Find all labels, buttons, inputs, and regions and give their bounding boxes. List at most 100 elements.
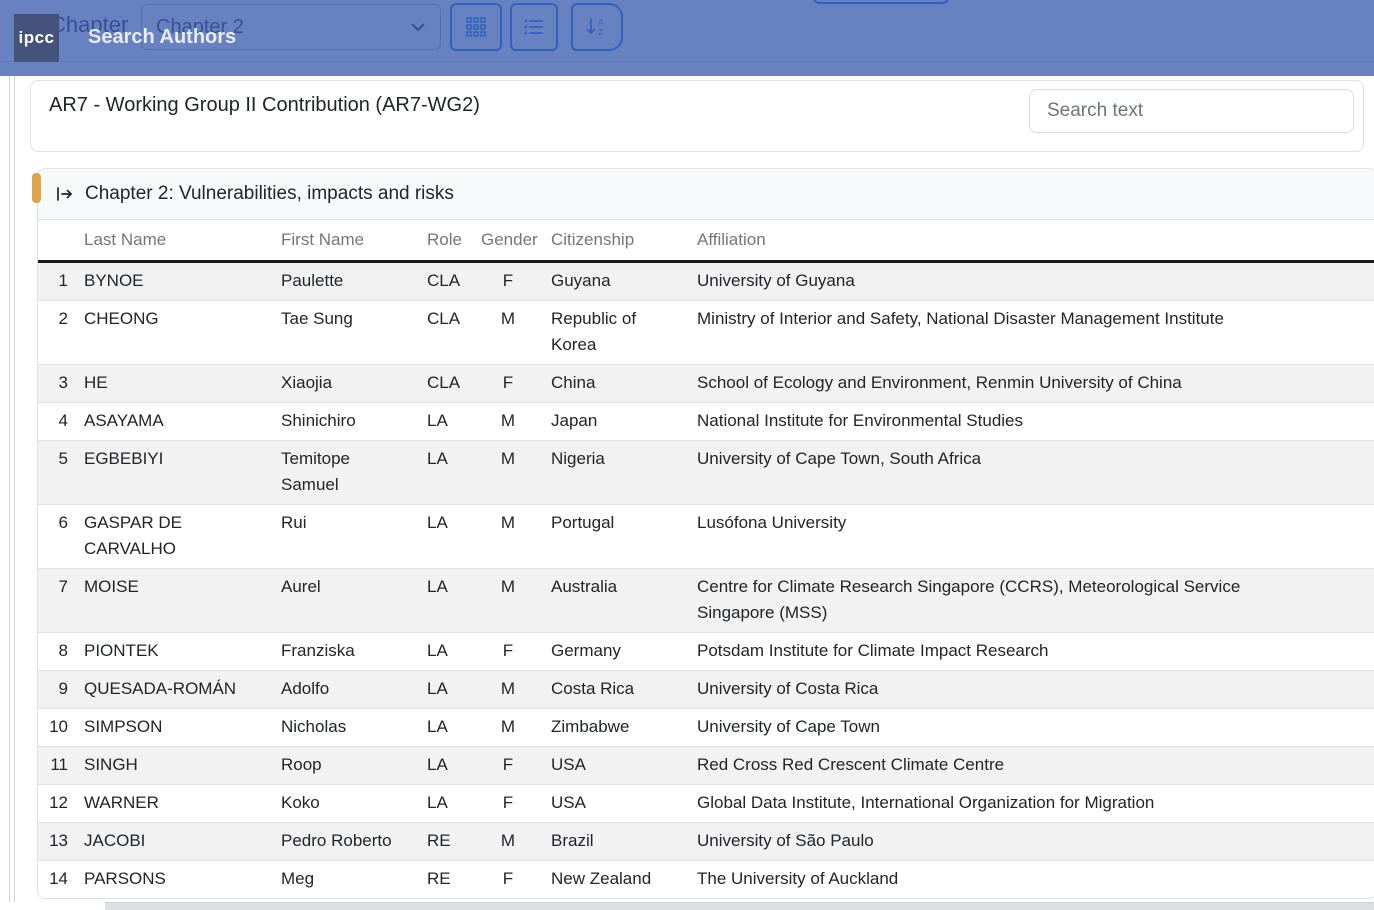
authors-table: Last NameFirst NameRoleGenderCitizenship… bbox=[38, 220, 1374, 898]
chapter-label: Chapter bbox=[50, 12, 128, 38]
column-header-last-name: Last Name bbox=[76, 220, 273, 262]
gender-cell: M bbox=[473, 671, 543, 709]
role-cell: RE bbox=[419, 823, 473, 861]
gender-cell: F bbox=[473, 785, 543, 823]
chapter-toolbar: Chapter Chapter 2 bbox=[0, 0, 1374, 62]
row-number: 11 bbox=[38, 747, 76, 785]
role-cell: LA bbox=[419, 505, 473, 569]
accent-marker bbox=[32, 173, 41, 203]
last-name-cell: SIMPSON bbox=[76, 709, 273, 747]
role-cell: LA bbox=[419, 709, 473, 747]
first-name-cell: Nicholas bbox=[273, 709, 419, 747]
last-name-cell: PARSONS bbox=[76, 861, 273, 899]
role-cell: LA bbox=[419, 569, 473, 633]
gender-cell: M bbox=[473, 569, 543, 633]
column-header-number bbox=[38, 220, 76, 262]
table-row: 1BYNOEPauletteCLAFGuyanaUniversity of Gu… bbox=[38, 262, 1374, 301]
row-number: 9 bbox=[38, 671, 76, 709]
gender-cell: F bbox=[473, 861, 543, 899]
vertical-scrollbar[interactable] bbox=[9, 76, 15, 902]
chapter-heading-row[interactable]: Chapter 2: Vulnerabilities, impacts and … bbox=[38, 169, 1374, 220]
first-name-cell: Rui bbox=[273, 505, 419, 569]
affiliation-cell: University of Guyana bbox=[689, 262, 1374, 301]
gender-cell: M bbox=[473, 505, 543, 569]
citizenship-cell: Australia bbox=[543, 569, 689, 633]
role-cell: LA bbox=[419, 671, 473, 709]
last-name-cell: JACOBI bbox=[76, 823, 273, 861]
table-header-row: Last NameFirst NameRoleGenderCitizenship… bbox=[38, 220, 1374, 262]
column-header-citizenship: Citizenship bbox=[543, 220, 689, 262]
first-name-cell: Adolfo bbox=[273, 671, 419, 709]
first-name-cell: Pedro Roberto bbox=[273, 823, 419, 861]
sort-alpha-icon: A Z bbox=[586, 17, 608, 37]
affiliation-cell: Potsdam Institute for Climate Impact Res… bbox=[689, 633, 1374, 671]
search-input[interactable] bbox=[1029, 89, 1354, 133]
role-cell: CLA bbox=[419, 262, 473, 301]
affiliation-cell: Red Cross Red Crescent Climate Centre bbox=[689, 747, 1374, 785]
row-number: 8 bbox=[38, 633, 76, 671]
citizenship-cell: USA bbox=[543, 747, 689, 785]
citizenship-cell: Portugal bbox=[543, 505, 689, 569]
table-row: 4ASAYAMAShinichiroLAMJapanNational Insti… bbox=[38, 403, 1374, 441]
first-name-cell: Paulette bbox=[273, 262, 419, 301]
affiliation-cell: Ministry of Interior and Safety, Nationa… bbox=[689, 301, 1374, 365]
affiliation-cell: Lusófona University bbox=[689, 505, 1374, 569]
chapter-select-value: Chapter 2 bbox=[156, 16, 410, 39]
gender-cell: M bbox=[473, 301, 543, 365]
last-name-cell: SINGH bbox=[76, 747, 273, 785]
top-bar: Chapter Chapter 2 bbox=[0, 0, 1374, 76]
last-name-cell: WARNER bbox=[76, 785, 273, 823]
citizenship-cell: Japan bbox=[543, 403, 689, 441]
sort-alpha-button[interactable]: A Z bbox=[571, 3, 623, 51]
last-name-cell: ASAYAMA bbox=[76, 403, 273, 441]
gender-cell: M bbox=[473, 823, 543, 861]
last-name-cell: PIONTEK bbox=[76, 633, 273, 671]
affiliation-cell: Centre for Climate Research Singapore (C… bbox=[689, 569, 1374, 633]
citizenship-cell: Costa Rica bbox=[543, 671, 689, 709]
chapter-select[interactable]: Chapter 2 bbox=[141, 4, 441, 50]
grid-icon bbox=[466, 17, 486, 37]
table-row: 5EGBEBIYITemitope SamuelLAMNigeriaUniver… bbox=[38, 441, 1374, 505]
table-row: 7MOISEAurelLAMAustraliaCentre for Climat… bbox=[38, 569, 1374, 633]
last-name-cell: CHEONG bbox=[76, 301, 273, 365]
first-name-cell: Koko bbox=[273, 785, 419, 823]
citizenship-cell: USA bbox=[543, 785, 689, 823]
column-header-first-name: First Name bbox=[273, 220, 419, 262]
row-number: 3 bbox=[38, 365, 76, 403]
row-number: 13 bbox=[38, 823, 76, 861]
affiliation-cell: University of São Paulo bbox=[689, 823, 1374, 861]
first-name-cell: Tae Sung bbox=[273, 301, 419, 365]
clipped-top-button[interactable] bbox=[812, 0, 950, 4]
gender-cell: M bbox=[473, 403, 543, 441]
svg-text:Z: Z bbox=[598, 27, 603, 37]
row-number: 4 bbox=[38, 403, 76, 441]
chapter-card: Chapter 2: Vulnerabilities, impacts and … bbox=[37, 168, 1374, 899]
citizenship-cell: China bbox=[543, 365, 689, 403]
row-number: 7 bbox=[38, 569, 76, 633]
affiliation-cell: Global Data Institute, International Org… bbox=[689, 785, 1374, 823]
citizenship-cell: Nigeria bbox=[543, 441, 689, 505]
role-cell: LA bbox=[419, 785, 473, 823]
horizontal-scrollbar[interactable] bbox=[105, 902, 1374, 910]
gender-cell: F bbox=[473, 365, 543, 403]
row-number: 6 bbox=[38, 505, 76, 569]
affiliation-cell: University of Cape Town bbox=[689, 709, 1374, 747]
row-number: 2 bbox=[38, 301, 76, 365]
table-row: 13JACOBIPedro RobertoREMBrazilUniversity… bbox=[38, 823, 1374, 861]
last-name-cell: EGBEBIYI bbox=[76, 441, 273, 505]
row-number: 10 bbox=[38, 709, 76, 747]
table-row: 11SINGHRoopLAFUSARed Cross Red Crescent … bbox=[38, 747, 1374, 785]
table-row: 2CHEONGTae SungCLAMRepublic of KoreaMini… bbox=[38, 301, 1374, 365]
table-row: 9QUESADA-ROMÁNAdolfoLAMCosta RicaUnivers… bbox=[38, 671, 1374, 709]
grid-view-button[interactable] bbox=[450, 3, 502, 51]
table-row: 14PARSONSMegREFNew ZealandThe University… bbox=[38, 861, 1374, 899]
citizenship-cell: Zimbabwe bbox=[543, 709, 689, 747]
column-header-affiliation: Affiliation bbox=[689, 220, 1374, 262]
table-row: 3HEXiaojiaCLAFChinaSchool of Ecology and… bbox=[38, 365, 1374, 403]
column-header-role: Role bbox=[419, 220, 473, 262]
list-view-button[interactable] bbox=[510, 3, 558, 51]
authors-table-body: 1BYNOEPauletteCLAFGuyanaUniversity of Gu… bbox=[38, 262, 1374, 899]
role-cell: RE bbox=[419, 861, 473, 899]
row-number: 14 bbox=[38, 861, 76, 899]
indent-arrow-icon bbox=[56, 186, 74, 202]
